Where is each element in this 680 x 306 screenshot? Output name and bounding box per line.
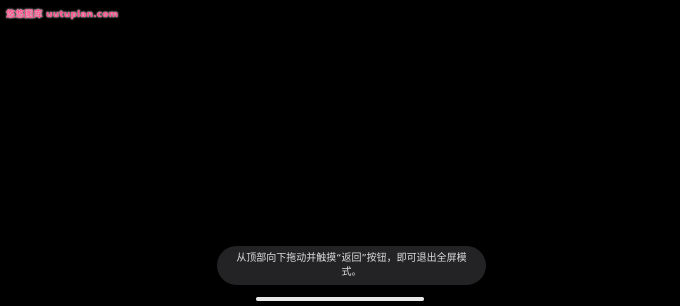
home-indicator-bar[interactable] <box>256 297 424 301</box>
fullscreen-video-screen: 悠悠图库 uutuplan.com 从顶部向下拖动并触摸“返回”按钮，即可退出全… <box>0 0 680 306</box>
site-watermark: 悠悠图库 uutuplan.com <box>6 10 119 20</box>
exit-fullscreen-hint-toast: 从顶部向下拖动并触摸“返回”按钮，即可退出全屏模式。 <box>217 246 486 285</box>
toast-message: 从顶部向下拖动并触摸“返回”按钮，即可退出全屏模式。 <box>236 252 467 278</box>
